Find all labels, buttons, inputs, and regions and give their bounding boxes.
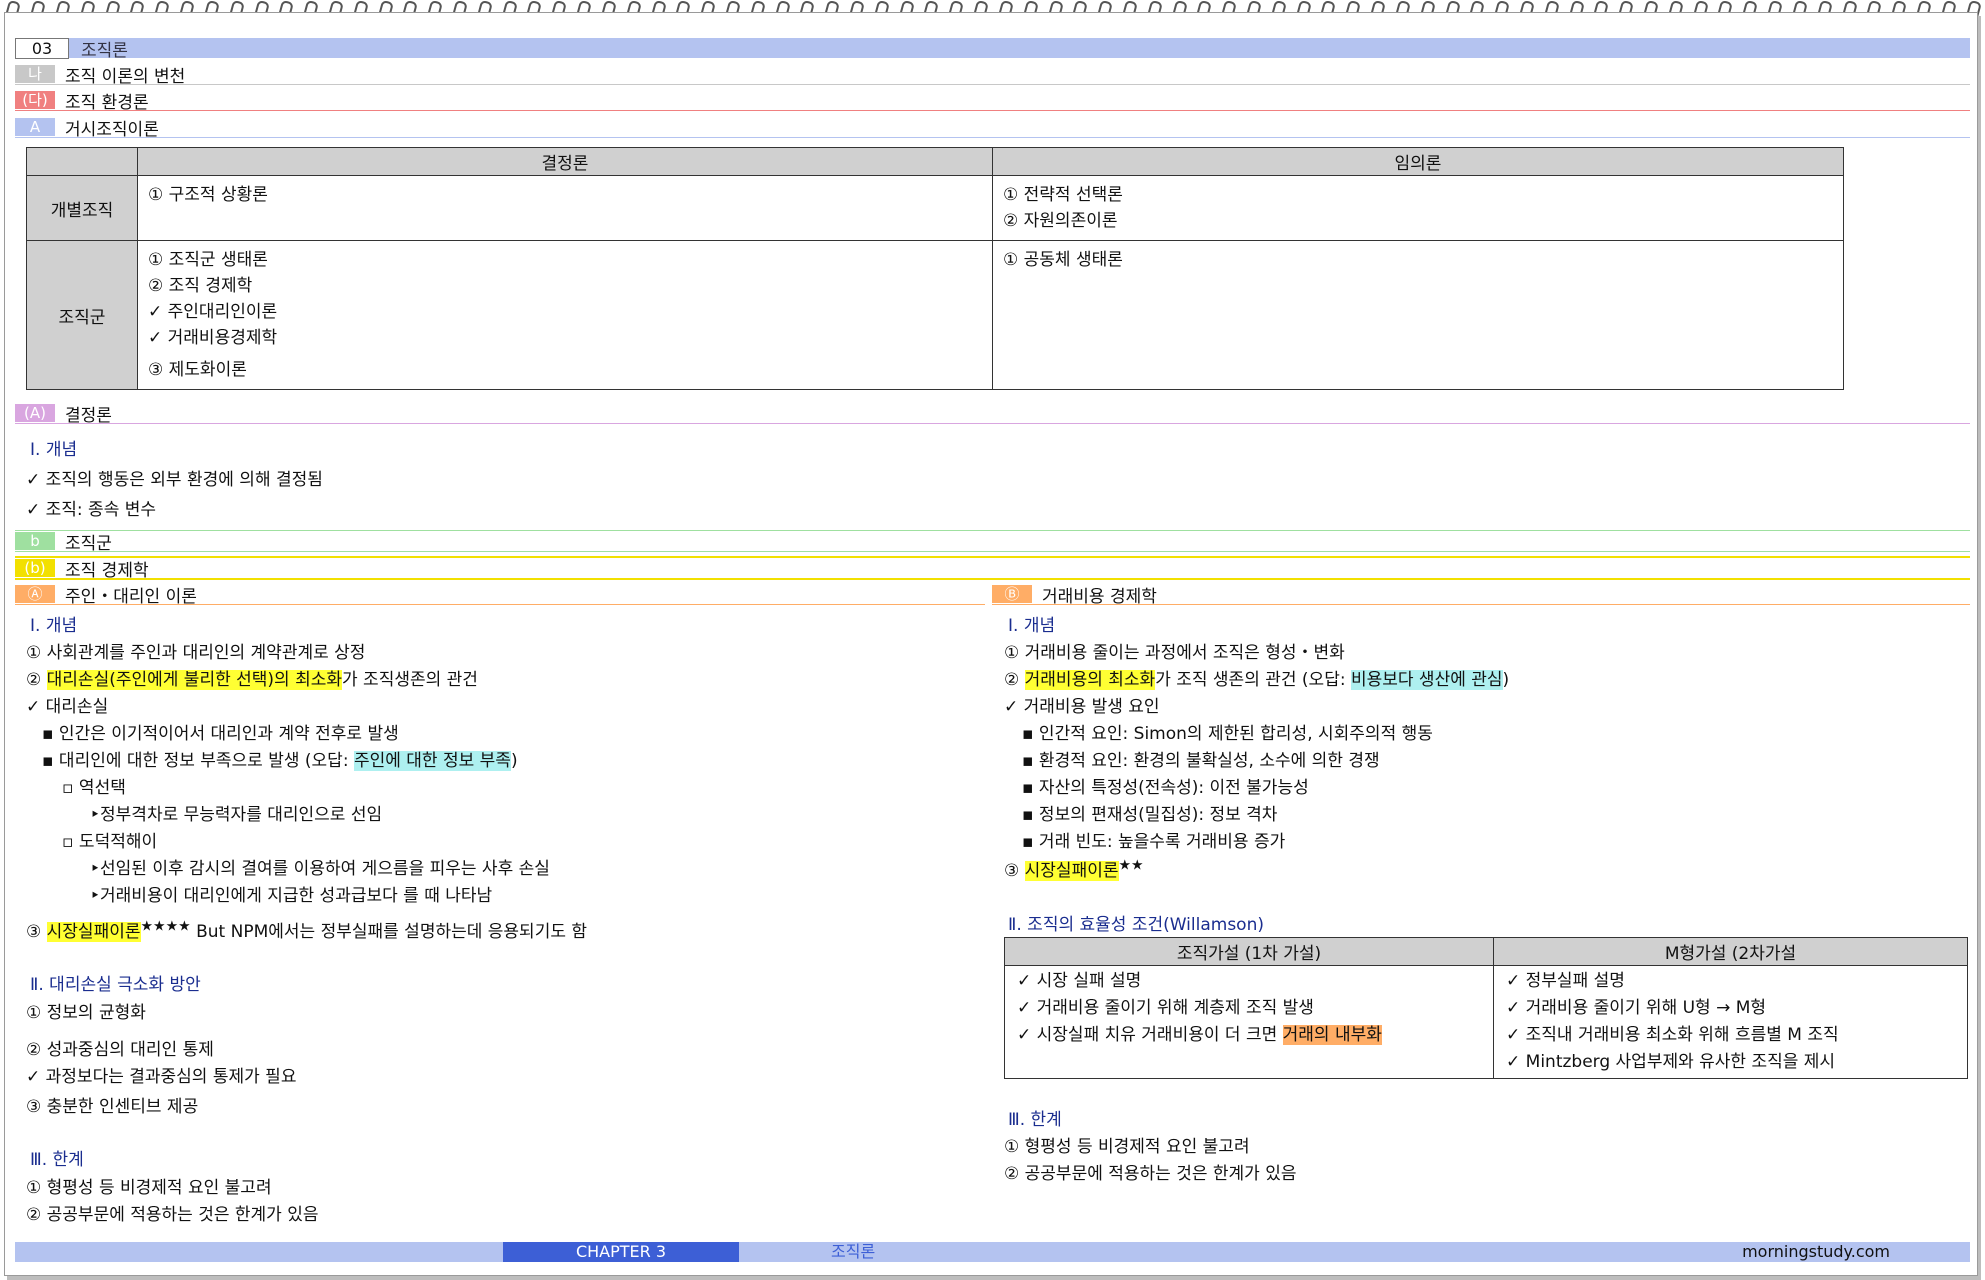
section-tag: b <box>15 532 55 550</box>
list-item: ▪ 자산의 특정성(전속성): 이전 불가능성 <box>1022 778 1309 798</box>
list-item: ▪ 인간적 요인: Simon의 제한된 합리성, 시회주의적 행동 <box>1022 724 1433 744</box>
star-rating: ★★ <box>1118 857 1144 874</box>
list-item: ✓ 대리손실 <box>26 697 109 717</box>
list-item: ▪ 대리인에 대한 정보 부족으로 발생 (오답: 주인에 대한 정보 부족) <box>42 751 518 771</box>
list-item: ③ 시장실패이론★★ <box>1004 857 1144 881</box>
row-label-population: 조직군 <box>26 240 138 390</box>
list-item: ① 형평성 등 비경제적 요인 불고려 <box>26 1178 272 1198</box>
section-tag: (A) <box>15 404 55 422</box>
section-tag: Ⓑ <box>992 585 1032 603</box>
cell-individual-voluntarism: ① 전략적 선택론 ② 자원의존이론 <box>992 175 1844 241</box>
section-tag: A <box>15 118 55 136</box>
cell-org-hypothesis: ✓ 시장 실패 설명 ✓ 거래비용 줄이기 위해 계층제 조직 발생 ✓ 시장실… <box>1004 965 1494 1079</box>
list-item: ▫ 역선택 <box>62 778 126 798</box>
col-header-voluntarism: 임의론 <box>992 147 1844 176</box>
highlight: 거래의 내부화 <box>1282 1025 1382 1045</box>
footer-bar: CHAPTER 3 조직론 morningstudy.com <box>15 1242 1970 1262</box>
highlight: 거래비용의 최소화 <box>1024 670 1156 690</box>
list-item: ‣정부격차로 무능력자를 대리인으로 선임 <box>90 805 383 825</box>
subsection-heading: Ⅲ. 한계 <box>30 1150 84 1170</box>
chapter-number: 03 <box>15 37 69 59</box>
section-header-na: 나 조직 이론의 변천 <box>15 64 1970 87</box>
section-title: 조직군 <box>65 533 112 554</box>
list-item: ② 거래비용의 최소화가 조직 생존의 관건 (오답: 비용보다 생산에 관심) <box>1004 670 1510 690</box>
cell-individual-determinism: ① 구조적 상황론 <box>137 175 993 241</box>
list-item: ▫ 도덕적해이 <box>62 832 158 852</box>
cell-population-voluntarism: ① 공동체 생태론 <box>992 240 1844 390</box>
footer-title: 조직론 <box>831 1242 876 1261</box>
list-item: ① 형평성 등 비경제적 요인 불고려 <box>1004 1137 1250 1157</box>
list-item: ✓ 조직의 행동은 외부 환경에 의해 결정됨 <box>26 470 323 490</box>
section-header-orgecon: (b) 조직 경제학 <box>15 556 1970 581</box>
list-item: ③ 충분한 인센티브 제공 <box>26 1097 199 1117</box>
list-item: ✓ 조직: 종속 변수 <box>26 500 157 520</box>
section-tag: (다) <box>15 91 55 109</box>
list-item: ① 사회관계를 주인과 대리인의 계약관계로 상정 <box>26 643 366 663</box>
subsection-heading: Ⅲ. 한계 <box>1008 1110 1062 1130</box>
highlight: 비용보다 생산에 관심 <box>1350 670 1503 690</box>
section-title: 주인・대리인 이론 <box>65 586 197 607</box>
section-header-a: A 거시조직이론 <box>15 117 1970 140</box>
macro-theory-table: 결정론 임의론 개별조직 ① 구조적 상황론 ① 전략적 선택론 ② 자원의존이… <box>26 147 1844 390</box>
subsection-heading: Ⅱ. 대리손실 극소화 방안 <box>30 975 201 995</box>
section-title: 조직 환경론 <box>65 92 149 113</box>
list-item: ‣선임된 이후 감시의 결여를 이용하여 게으름을 피우는 사후 손실 <box>90 859 550 879</box>
list-item: ▪ 거래 빈도: 높을수록 거래비용 증가 <box>1022 832 1286 852</box>
chapter-header: 03 조직론 <box>15 37 1970 61</box>
section-header-da: (다) 조직 환경론 <box>15 90 1970 113</box>
row-label-individual: 개별조직 <box>26 175 138 241</box>
list-item: ‣거래비용이 대리인에게 지급한 성과급보다 를 때 나타남 <box>90 886 493 906</box>
list-item: ① 정보의 균형화 <box>26 1003 146 1023</box>
list-item: ② 공공부문에 적용하는 것은 한계가 있음 <box>26 1205 319 1225</box>
highlight: 시장실패이론 <box>1024 861 1119 881</box>
subsection-heading: Ⅰ. 개념 <box>30 616 78 636</box>
list-item: ② 대리손실(주인에게 불리한 선택)의 최소화가 조직생존의 관건 <box>26 670 478 690</box>
section-header-population: b 조직군 <box>15 530 1970 554</box>
list-item: ① 거래비용 줄이는 과정에서 조직은 형성・변화 <box>1004 643 1345 663</box>
list-item: ③ 시장실패이론★★★★ But NPM에서는 정부실패를 설명하는데 응용되기… <box>26 918 588 942</box>
col-header-m-form-hypothesis: M형가설 (2차가설 <box>1493 937 1968 966</box>
list-item: ✓ 과정보다는 결과중심의 통제가 필요 <box>26 1067 297 1087</box>
highlight: 시장실패이론 <box>46 922 141 942</box>
list-item: ② 성과중심의 대리인 통제 <box>26 1040 214 1060</box>
section-title: 조직 경제학 <box>65 560 149 581</box>
section-header-principal-agent: Ⓐ 주인・대리인 이론 <box>15 584 985 607</box>
col-header-determinism: 결정론 <box>137 147 993 176</box>
footer-chapter: CHAPTER 3 <box>503 1242 739 1262</box>
section-title: 결정론 <box>65 405 112 426</box>
section-title: 조직 이론의 변천 <box>65 66 186 87</box>
list-item: ▪ 인간은 이기적이어서 대리인과 계약 전후로 발생 <box>42 724 399 744</box>
cell-population-determinism: ① 조직군 생태론 ② 조직 경제학 ✓ 주인대리인이론 ✓ 거래비용경제학 ③… <box>137 240 993 390</box>
section-header-transaction-cost: Ⓑ 거래비용 경제학 <box>992 584 1970 607</box>
highlight: 주인에 대한 정보 부족 <box>353 751 511 771</box>
subsection-heading: Ⅱ. 조직의 효율성 조건(Willamson) <box>1008 915 1264 935</box>
section-title: 거시조직이론 <box>65 119 159 140</box>
section-title: 거래비용 경제학 <box>1042 586 1157 607</box>
col-header-org-hypothesis: 조직가설 (1차 가설) <box>1004 937 1494 966</box>
list-item: ② 공공부문에 적용하는 것은 한계가 있음 <box>1004 1164 1297 1184</box>
williamson-table: 조직가설 (1차 가설) M형가설 (2차가설 ✓ 시장 실패 설명 ✓ 거래비… <box>1004 937 1968 1079</box>
section-header-determinism: (A) 결정론 <box>15 403 1970 426</box>
list-item: ▪ 환경적 요인: 환경의 불확실성, 소수에 의한 경쟁 <box>1022 751 1380 771</box>
star-rating: ★★★★ <box>140 918 191 935</box>
list-item: ▪ 정보의 편재성(밀집성): 정보 격차 <box>1022 805 1278 825</box>
footer-site: morningstudy.com <box>1742 1242 1890 1261</box>
section-tag: (b) <box>15 559 55 577</box>
section-tag: 나 <box>15 65 55 83</box>
chapter-title: 조직론 <box>81 40 128 61</box>
section-tag: Ⓐ <box>15 585 55 603</box>
subsection-heading: Ⅰ. 개념 <box>1008 616 1056 636</box>
highlight: 대리손실(주인에게 불리한 선택)의 최소화 <box>46 670 343 690</box>
list-item: ✓ 거래비용 발생 요인 <box>1004 697 1160 717</box>
subsection-heading: Ⅰ. 개념 <box>30 440 78 460</box>
cell-m-form-hypothesis: ✓ 정부실패 설명 ✓ 거래비용 줄이기 위해 U형 → M형 ✓ 조직내 거래… <box>1493 965 1968 1079</box>
